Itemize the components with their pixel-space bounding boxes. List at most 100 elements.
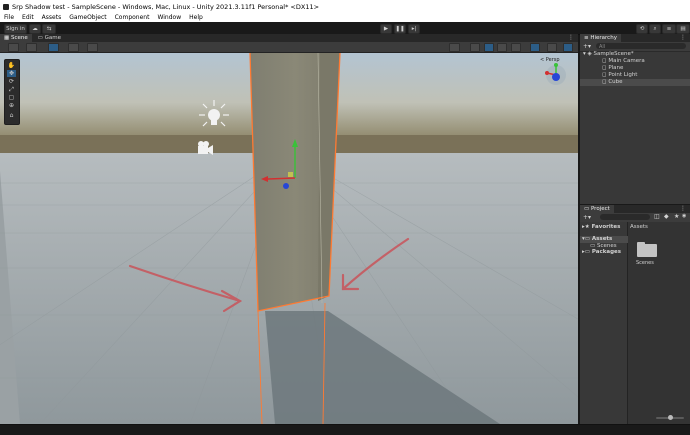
camera-dropdown[interactable] — [547, 43, 557, 52]
folder-open-icon: ▾▭ — [582, 236, 590, 242]
gameobject-icon: ◻ — [602, 72, 607, 78]
status-bar — [0, 424, 690, 435]
lighting-toggle[interactable] — [484, 43, 494, 52]
transform-tool-icon[interactable]: ⊕ — [7, 102, 16, 109]
expand-arrow-icon[interactable]: ▾ — [583, 51, 586, 57]
menu-help[interactable]: Help — [189, 14, 203, 21]
hierarchy-item-plane[interactable]: ◻ Plane — [580, 65, 690, 72]
gizmos-dropdown[interactable] — [563, 43, 573, 52]
hierarchy-item-label: Point Light — [608, 72, 638, 78]
gameobject-icon: ◻ — [602, 58, 607, 64]
assets-label: Assets — [591, 236, 613, 242]
hand-tool-icon[interactable]: ✋ — [7, 62, 16, 69]
gameobject-icon: ◻ — [602, 79, 607, 85]
create-asset-button[interactable]: +▾ — [583, 214, 591, 221]
hierarchy-scene-row[interactable]: ▾ ◈ SampleScene* — [580, 51, 690, 58]
scale-tool-icon[interactable]: ⤢ — [7, 86, 16, 93]
project-breadcrumb[interactable]: Assets — [630, 224, 648, 231]
hierarchy-icon: ≡ — [584, 35, 589, 41]
global-toggle[interactable] — [48, 43, 59, 52]
play-button[interactable]: ▶ — [380, 24, 392, 34]
menu-assets[interactable]: Assets — [42, 14, 62, 21]
menu-edit[interactable]: Edit — [22, 14, 34, 21]
pause-button[interactable]: ❚❚ — [394, 24, 406, 34]
tab-game-label: Game — [44, 35, 61, 41]
project-search-input[interactable] — [600, 214, 650, 220]
add-object-button[interactable]: +▾ — [583, 43, 591, 50]
hierarchy-tab-bar: ≡ Hierarchy ⋮ — [580, 34, 690, 42]
title-bar: Srp Shadow test - SampleScene - Windows,… — [0, 0, 690, 13]
game-tab-icon: ▭ — [37, 35, 43, 41]
window-title: Srp Shadow test - SampleScene - Windows,… — [12, 2, 320, 11]
scene-name: SampleScene* — [593, 51, 634, 57]
slider-handle[interactable] — [668, 415, 673, 420]
grid-snap-button[interactable] — [68, 43, 79, 52]
hierarchy-menu-icon[interactable]: ⋮ — [680, 34, 686, 41]
effects-dropdown[interactable] — [511, 43, 521, 52]
tab-game[interactable]: ▭ Game — [34, 34, 65, 42]
scene-toolbar — [0, 42, 578, 53]
history-icon[interactable]: ⟲ — [636, 24, 648, 34]
icon-size-slider[interactable] — [656, 415, 684, 420]
cloud-icon[interactable]: ☁ — [29, 24, 41, 34]
tab-hierarchy-label: Hierarchy — [590, 35, 617, 41]
project-content: Assets Scenes — [628, 222, 690, 424]
scene-viewport[interactable] — [0, 53, 578, 424]
menu-bar: File Edit Assets GameObject Component Wi… — [0, 13, 690, 22]
favorite-star-icon[interactable]: ★ — [674, 213, 679, 220]
custom-tool-icon[interactable]: ⌂ — [7, 112, 16, 119]
tab-scene-label: Scene — [10, 35, 28, 41]
pivot-dropdown[interactable] — [26, 43, 37, 52]
project-menu-icon[interactable]: ⋮ — [680, 205, 686, 212]
hierarchy-item-point-light[interactable]: ◻ Point Light — [580, 72, 690, 79]
layout-dropdown[interactable]: ▤ — [676, 24, 690, 34]
tab-project[interactable]: ▭ Project — [580, 205, 614, 213]
2d-toggle[interactable] — [470, 43, 480, 52]
project-tab-bar: ▭ Project ⋮ — [580, 205, 690, 213]
transform-tools: ✋ ✥ ⟳ ⤢ ▢ ⊕ ⌂ — [4, 59, 20, 125]
move-tool-icon[interactable]: ✥ — [7, 70, 16, 77]
step-button[interactable]: ▸| — [408, 24, 420, 34]
scenes-folder-label: Scenes — [636, 260, 654, 266]
sign-in-button[interactable]: Sign in — [4, 24, 27, 34]
hierarchy-item-main-camera[interactable]: ◻ Main Camera — [580, 58, 690, 65]
hierarchy-search-input[interactable]: All — [596, 43, 686, 50]
packages-row[interactable]: ▸▭ Packages — [582, 249, 621, 256]
tab-scene[interactable]: ▦ Scene — [0, 34, 32, 42]
draw-mode-dropdown[interactable] — [8, 43, 19, 52]
favorites-row[interactable]: ▸★ Favorites — [582, 224, 620, 231]
shading-mode-dropdown[interactable] — [449, 43, 460, 52]
scenes-folder-icon[interactable] — [637, 242, 657, 257]
rotate-tool-icon[interactable]: ⟳ — [7, 78, 16, 85]
tab-project-label: Project — [590, 206, 610, 212]
hidden-objects-toggle[interactable] — [530, 43, 540, 52]
unity-scene-icon: ◈ — [587, 51, 592, 57]
hierarchy-item-label: Main Camera — [608, 58, 645, 64]
menu-component[interactable]: Component — [115, 14, 150, 21]
hierarchy-item-label: Cube — [608, 79, 623, 85]
rect-tool-icon[interactable]: ▢ — [7, 94, 16, 101]
packages-label: Packages — [591, 249, 622, 255]
persp-label[interactable]: < Persp — [540, 57, 560, 63]
more-options-icon[interactable]: ⋮ — [568, 34, 574, 41]
tab-hierarchy[interactable]: ≡ Hierarchy — [580, 34, 621, 42]
collab-icon[interactable]: ⇆ — [42, 24, 56, 34]
menu-file[interactable]: File — [4, 14, 14, 21]
assets-row[interactable]: ▾▭ Assets — [580, 236, 629, 243]
gameobject-icon: ◻ — [602, 65, 607, 71]
filter-type-icon[interactable]: ◫ — [654, 213, 660, 220]
filter-label-icon[interactable]: ◆ — [664, 213, 669, 220]
project-tree: ▸★ Favorites ▾▭ Assets ▭ Scenes ▸▭ Packa… — [580, 222, 629, 424]
audio-toggle[interactable] — [497, 43, 507, 52]
layers-dropdown[interactable]: ≡ — [662, 24, 676, 34]
increment-snap-button[interactable] — [87, 43, 98, 52]
search-icon[interactable]: ⌕ — [649, 24, 661, 34]
hidden-count-icon[interactable]: ◉ — [682, 213, 686, 219]
hierarchy-item-label: Plane — [608, 65, 624, 71]
scene-tab-icon: ▦ — [4, 35, 10, 41]
hierarchy-search-placeholder: All — [599, 44, 606, 50]
unity-logo-icon — [3, 3, 9, 10]
menu-gameobject[interactable]: GameObject — [69, 14, 106, 21]
menu-window[interactable]: Window — [157, 14, 181, 21]
hierarchy-item-cube[interactable]: ◻ Cube — [580, 79, 690, 86]
